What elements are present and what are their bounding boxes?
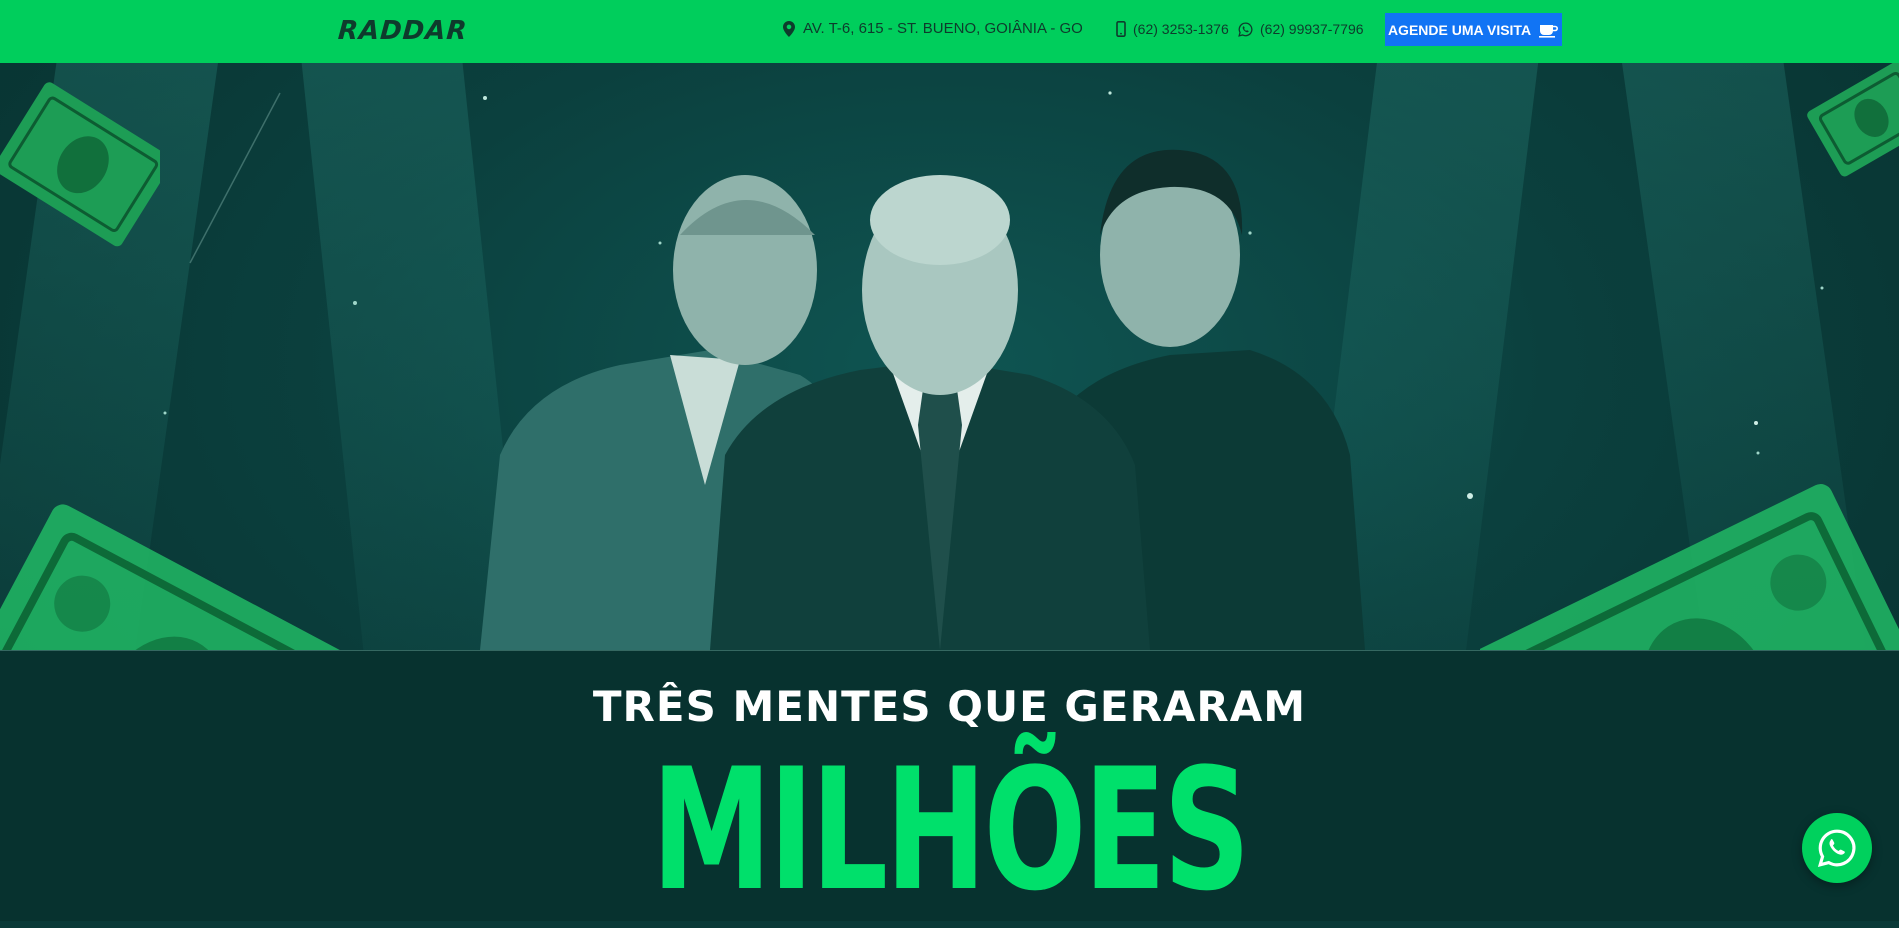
whatsapp-icon <box>1817 829 1856 868</box>
address-text: AV. T-6, 615 - ST. BUENO, GOIÂNIA - GO <box>803 20 1083 37</box>
three-speakers-photo <box>480 149 1365 650</box>
banknote-top-right <box>1807 63 1899 177</box>
top-bar: RADDAR AV. T-6, 615 - ST. BUENO, GOIÂNIA… <box>0 0 1899 63</box>
whatsapp-icon <box>1238 21 1253 37</box>
address-info: AV. T-6, 615 - ST. BUENO, GOIÂNIA - GO <box>783 19 1083 39</box>
phone-whatsapp-text: (62) 99937-7796 <box>1260 21 1364 37</box>
hero-headline: TRÊS MENTES QUE GERARAM <box>592 682 1307 731</box>
coffee-cup-icon <box>1539 24 1559 38</box>
phone-landline[interactable]: (62) 3253-1376 <box>1116 19 1229 39</box>
phone-landline-text: (62) 3253-1376 <box>1133 21 1229 37</box>
hero-highlight-word: MILHÕES <box>651 732 1250 928</box>
map-pin-icon <box>783 21 795 37</box>
mobile-phone-icon <box>1116 21 1126 37</box>
schedule-visit-label: AGENDE UMA VISITA <box>1387 21 1532 38</box>
raddar-logo[interactable]: RADDAR <box>337 16 469 46</box>
phone-whatsapp[interactable]: (62) 99937-7796 <box>1238 19 1364 39</box>
whatsapp-float-button[interactable] <box>1802 813 1872 883</box>
schedule-visit-button[interactable]: AGENDE UMA VISITA <box>1385 13 1562 46</box>
banknote-top-left <box>0 82 160 247</box>
